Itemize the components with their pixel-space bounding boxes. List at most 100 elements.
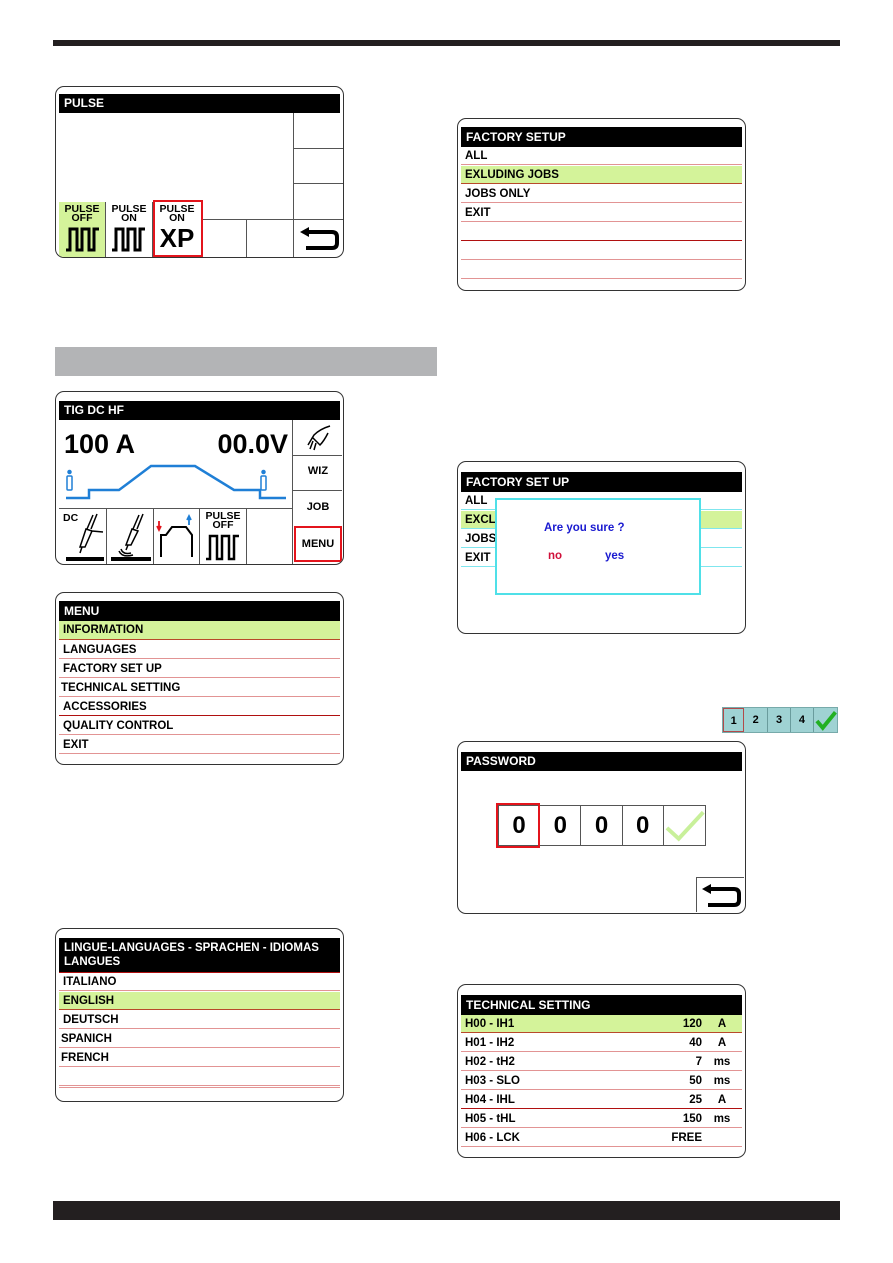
menu-item-languages[interactable]: LANGUAGES bbox=[59, 641, 340, 659]
pulse-mode-cell[interactable]: PULSE OFF bbox=[200, 509, 246, 564]
menu-item-factory-set-up[interactable]: FACTORY SET UP bbox=[59, 660, 340, 678]
param-row[interactable]: H00 - IH1 120 A bbox=[461, 1015, 742, 1033]
torch-arc-icon bbox=[111, 513, 151, 561]
screen-title: LINGUE-LANGUAGES - SPRACHEN - IDIOMAS LA… bbox=[59, 938, 340, 972]
job-button[interactable]: JOB bbox=[293, 501, 343, 513]
selection-highlight bbox=[153, 200, 203, 257]
menu-item-technical-setting[interactable]: TECHNICAL SETTING bbox=[59, 679, 340, 697]
dc-mode-cell[interactable]: DC bbox=[59, 509, 106, 564]
digit-key[interactable]: 3 bbox=[768, 708, 792, 732]
trigger-cycle-icon bbox=[156, 513, 193, 557]
param-row[interactable]: H03 - SLO 50 ms bbox=[461, 1072, 742, 1090]
tig-main-screen: TIG DC HF 100 A 00.0V WIZ JOB MENU DC PU… bbox=[55, 391, 344, 565]
lang-item-deutsch[interactable]: DEUTSCH bbox=[59, 1011, 340, 1029]
pulse-on-option[interactable]: PULSE ON bbox=[106, 202, 152, 257]
option-label: ON bbox=[121, 212, 137, 224]
param-row[interactable]: H01 - IH2 40 A bbox=[461, 1034, 742, 1052]
param-value: 150 bbox=[682, 1112, 702, 1125]
param-value: FREE bbox=[671, 1131, 702, 1144]
lang-item-french[interactable]: FRENCH bbox=[59, 1049, 340, 1067]
digit-key[interactable]: 2 bbox=[744, 708, 768, 732]
param-name: H01 - IH2 bbox=[465, 1036, 515, 1049]
pulse-screen: PULSE PULSE OFF PULSE ON PULSE ON XP bbox=[55, 86, 344, 258]
param-name: H05 - tHL bbox=[465, 1112, 516, 1125]
screen-title: PULSE bbox=[59, 94, 340, 113]
yes-button[interactable]: yes bbox=[605, 550, 624, 562]
password-digit[interactable]: 0 bbox=[540, 806, 582, 845]
menu-item[interactable]: EXIT bbox=[461, 204, 742, 222]
param-name: H06 - LCK bbox=[465, 1131, 520, 1144]
factory-confirm-screen: FACTORY SET UP ALL EXCL JOBS EXIT Are yo… bbox=[457, 461, 746, 634]
param-unit: ms bbox=[713, 1055, 731, 1068]
password-digit[interactable]: 0 bbox=[623, 806, 664, 845]
screen-title: FACTORY SETUP bbox=[461, 127, 742, 147]
param-value: 50 bbox=[689, 1074, 702, 1087]
param-name: H04 - IHL bbox=[465, 1093, 515, 1106]
password-screen: PASSWORD 0 0 0 0 bbox=[457, 741, 746, 914]
digit-key[interactable]: 1 bbox=[723, 708, 745, 732]
hf-start-cell[interactable] bbox=[107, 509, 153, 564]
voltage-readout: 00.0V bbox=[217, 429, 288, 459]
confirm-dialog: Are you sure ? no yes bbox=[495, 498, 701, 595]
password-digit[interactable]: 0 bbox=[581, 806, 623, 845]
menu-button[interactable]: MENU bbox=[294, 526, 342, 562]
option-label: OFF bbox=[71, 212, 93, 224]
menu-item-quality-control[interactable]: QUALITY CONTROL bbox=[59, 717, 340, 735]
screen-title: TIG DC HF bbox=[59, 401, 340, 420]
trigger-mode-cell[interactable] bbox=[154, 509, 199, 564]
check-icon[interactable] bbox=[664, 806, 705, 845]
menu-item-exit[interactable]: EXIT bbox=[59, 736, 340, 754]
section-band bbox=[55, 347, 437, 376]
active-digit-highlight bbox=[496, 803, 540, 848]
param-row[interactable]: H06 - LCK FREE bbox=[461, 1129, 742, 1147]
check-icon[interactable] bbox=[814, 708, 837, 732]
no-button[interactable]: no bbox=[548, 550, 562, 562]
pulse-wave-icon bbox=[66, 227, 99, 252]
param-unit: ms bbox=[713, 1074, 731, 1087]
digit-strip: 1 2 3 4 bbox=[722, 707, 838, 733]
return-arrow-icon[interactable] bbox=[700, 883, 742, 909]
menu-item[interactable]: ALL bbox=[461, 147, 742, 165]
param-value: 40 bbox=[689, 1036, 702, 1049]
title-line: LANGUES bbox=[64, 956, 121, 968]
param-value: 120 bbox=[682, 1017, 702, 1030]
param-name: H02 - tH2 bbox=[465, 1055, 515, 1068]
gas-bottle-icon bbox=[66, 469, 73, 491]
return-arrow-icon[interactable] bbox=[298, 226, 340, 252]
menu-item[interactable]: JOBS ONLY bbox=[461, 185, 742, 203]
current-readout: 100 A bbox=[64, 429, 136, 459]
param-unit: ms bbox=[713, 1112, 731, 1125]
param-row[interactable]: H04 - IHL 25 A bbox=[461, 1091, 742, 1109]
menu-item bbox=[461, 223, 742, 241]
lang-item-spanich[interactable]: SPANICH bbox=[59, 1030, 340, 1048]
lang-item-english[interactable]: ENGLISH bbox=[59, 992, 340, 1010]
screen-title: TECHNICAL SETTING bbox=[461, 995, 742, 1015]
top-rule bbox=[53, 40, 840, 46]
param-row[interactable]: H05 - tHL 150 ms bbox=[461, 1110, 742, 1128]
bottom-rule bbox=[53, 1201, 840, 1220]
torch-hand-icon[interactable] bbox=[304, 423, 334, 453]
menu-item-information[interactable]: INFORMATION bbox=[59, 621, 340, 640]
param-name: H03 - SLO bbox=[465, 1074, 520, 1087]
menu-item-accessories[interactable]: ACCESSORIES bbox=[59, 698, 340, 716]
technical-setting-screen: TECHNICAL SETTING H00 - IH1 120 A H01 - IH… bbox=[457, 984, 746, 1158]
lang-item-italiano[interactable]: ITALIANO bbox=[59, 973, 340, 991]
param-unit: A bbox=[717, 1017, 727, 1030]
pulse-wave-icon bbox=[206, 534, 239, 561]
param-value: 7 bbox=[695, 1055, 702, 1068]
weld-cycle-curve bbox=[66, 464, 286, 500]
wiz-button[interactable]: WIZ bbox=[293, 465, 343, 477]
param-row[interactable]: H02 - tH2 7 ms bbox=[461, 1053, 742, 1071]
dialog-question: Are you sure ? bbox=[544, 522, 625, 534]
pulse-off-option[interactable]: PULSE OFF bbox=[59, 202, 105, 257]
factory-setup-screen: FACTORY SETUP ALL EXLUDING JOBS JOBS ONL… bbox=[457, 118, 746, 291]
pulse-wave-icon bbox=[112, 227, 145, 252]
screen-title: MENU bbox=[59, 601, 340, 621]
param-name: H00 - IH1 bbox=[465, 1017, 515, 1030]
lang-item bbox=[59, 1068, 340, 1086]
menu-item[interactable]: EXLUDING JOBS bbox=[461, 166, 742, 184]
digit-key[interactable]: 4 bbox=[791, 708, 814, 732]
screen-title: FACTORY SET UP bbox=[461, 472, 742, 492]
param-unit: A bbox=[717, 1093, 727, 1106]
pulse-label: OFF bbox=[212, 519, 234, 531]
